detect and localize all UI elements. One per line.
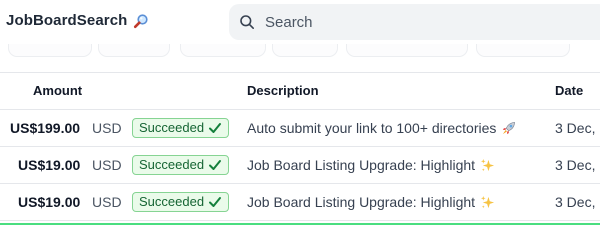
bottom-accent-line bbox=[0, 223, 600, 225]
search-input[interactable] bbox=[263, 12, 567, 32]
status-label: Succeeded bbox=[139, 157, 205, 172]
payments-table: Amount Description Date US$199.00 USD Su… bbox=[0, 72, 600, 221]
description-text: Job Board Listing Upgrade: Highlight bbox=[247, 157, 476, 173]
description-text: Auto submit your link to 100+ directorie… bbox=[247, 120, 497, 136]
status-badge: Succeeded bbox=[132, 118, 230, 138]
table-row[interactable]: US$199.00 USD Succeeded Auto submit your… bbox=[0, 110, 600, 147]
column-header-amount[interactable]: Amount bbox=[33, 73, 82, 109]
filter-chip[interactable] bbox=[180, 44, 266, 57]
amount-value: US$19.00 bbox=[18, 157, 81, 173]
amount-value: US$19.00 bbox=[18, 194, 81, 210]
top-bar: JobBoardSearch bbox=[0, 0, 600, 44]
status-label: Succeeded bbox=[139, 120, 205, 135]
currency-code: USD bbox=[92, 194, 122, 210]
table-row[interactable]: US$19.00 USD Succeeded Job Board Listing… bbox=[0, 147, 600, 184]
date-value: 3 Dec, 1 bbox=[555, 157, 600, 173]
description-cell: Auto submit your link to 100+ directorie… bbox=[247, 110, 516, 146]
currency-code: USD bbox=[92, 120, 122, 136]
status-badge: Succeeded bbox=[132, 155, 230, 175]
search-box[interactable] bbox=[229, 4, 600, 40]
table-row[interactable]: US$19.00 USD Succeeded Job Board Listing… bbox=[0, 184, 600, 221]
check-icon bbox=[209, 160, 222, 170]
description-cell: Job Board Listing Upgrade: Highlight bbox=[247, 147, 495, 183]
currency-code: USD bbox=[92, 157, 122, 173]
check-icon bbox=[209, 123, 222, 133]
column-header-date[interactable]: Date bbox=[555, 73, 583, 109]
brand-name[interactable]: JobBoardSearch bbox=[6, 12, 127, 29]
filter-chip[interactable] bbox=[476, 44, 570, 57]
filter-chip[interactable] bbox=[8, 44, 92, 57]
date-value: 3 Dec, 1 bbox=[555, 120, 600, 136]
filter-chip[interactable] bbox=[272, 44, 338, 57]
filter-chips-strip bbox=[0, 44, 600, 60]
status-label: Succeeded bbox=[139, 194, 205, 209]
status-badge: Succeeded bbox=[132, 192, 230, 212]
magnifier-emoji-icon bbox=[134, 13, 149, 28]
date-value: 3 Dec, 1 bbox=[555, 194, 600, 210]
description-cell: Job Board Listing Upgrade: Highlight bbox=[247, 184, 495, 220]
filter-chip[interactable] bbox=[98, 44, 170, 57]
check-icon bbox=[209, 197, 222, 207]
table-header-row: Amount Description Date bbox=[0, 73, 600, 110]
filter-chip[interactable] bbox=[346, 44, 468, 57]
amount-value: US$199.00 bbox=[10, 120, 81, 136]
description-text: Job Board Listing Upgrade: Highlight bbox=[247, 194, 476, 210]
brand[interactable]: JobBoardSearch bbox=[6, 12, 149, 29]
rocket-icon bbox=[503, 121, 516, 134]
column-header-description[interactable]: Description bbox=[247, 73, 319, 109]
search-icon bbox=[240, 15, 254, 29]
sparkles-icon bbox=[480, 195, 495, 208]
sparkles-icon bbox=[480, 158, 495, 171]
